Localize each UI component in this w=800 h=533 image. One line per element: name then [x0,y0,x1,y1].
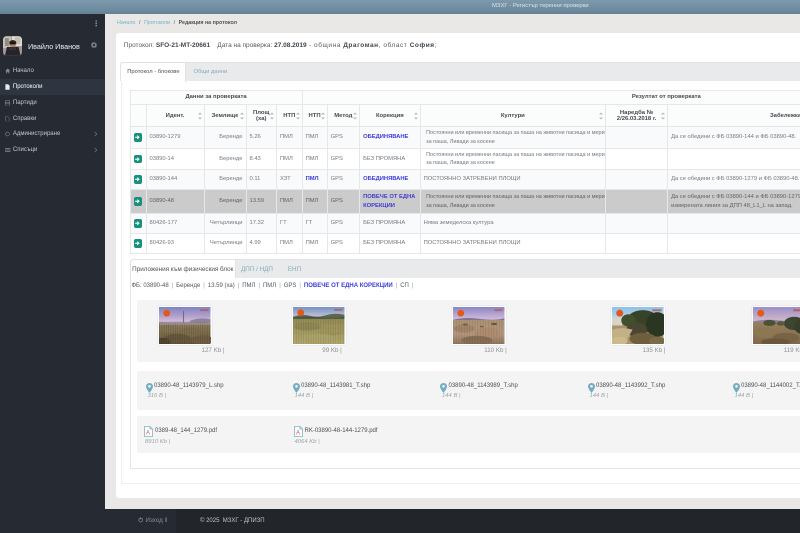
svg-text:A: A [146,430,150,436]
svg-text:A: A [296,430,300,436]
